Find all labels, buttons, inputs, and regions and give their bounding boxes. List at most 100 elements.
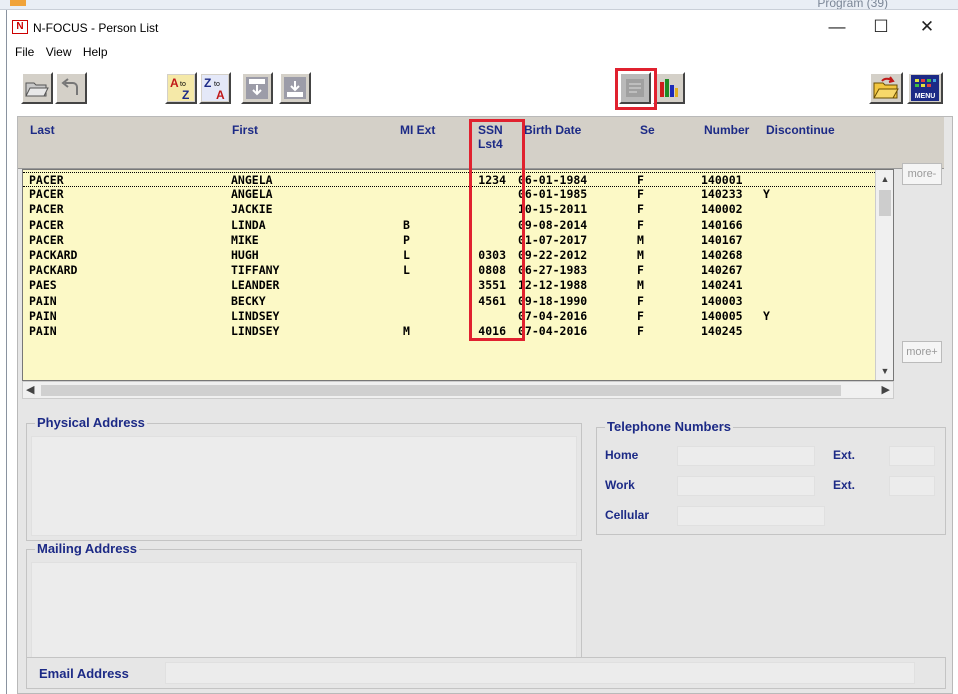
cell-birth-date: 06-01-1984	[518, 173, 588, 187]
cell-first: LINDSEY	[231, 308, 280, 323]
cell-sex: F	[637, 187, 644, 202]
minimize-button[interactable]: —	[815, 14, 859, 40]
email-address-field[interactable]	[165, 662, 915, 684]
sort-za-to: to	[214, 81, 220, 88]
back-button[interactable]	[55, 72, 87, 104]
scroll-left-icon[interactable]: ◀	[26, 383, 34, 396]
cell-number: 140001	[701, 173, 743, 187]
cell-number: 140245	[701, 324, 743, 338]
physical-address-label: Physical Address	[35, 415, 147, 430]
cell-first: HUGH	[231, 248, 259, 262]
vertical-scroll-thumb[interactable]	[879, 190, 891, 216]
scroll-down-icon[interactable]: ▼	[879, 366, 891, 376]
table-row[interactable]: PAIN LINDSEY M 4016 07-04-2016 F 140245	[23, 324, 875, 339]
folder-icon	[25, 82, 49, 97]
col-number-header[interactable]: Number	[704, 123, 749, 137]
cell-last: PAIN	[29, 293, 57, 308]
physical-address-field[interactable]	[31, 436, 577, 536]
table-row[interactable]: PACER LINDA B 09-08-2014 F 140166	[23, 218, 875, 233]
cell-first: JACKIE	[231, 202, 273, 217]
home-phone-field[interactable]	[677, 446, 815, 466]
cell-birth-date: 10-15-2011	[518, 202, 588, 217]
menu-help[interactable]: Help	[83, 45, 108, 59]
exit-folder-icon	[873, 76, 899, 99]
sort-abc-up-button[interactable]	[279, 72, 311, 104]
sort-za-bottom: A	[216, 88, 225, 101]
exit-button[interactable]	[869, 72, 903, 104]
window-title: N-FOCUS - Person List	[33, 21, 159, 35]
background-app-icon	[10, 0, 26, 6]
cell-first: TIFFANY	[231, 263, 280, 278]
sort-a-to-z-button[interactable]: A to Z	[165, 72, 197, 104]
table-row[interactable]: PACER ANGELA 1234 06-01-1984 F 140001	[23, 172, 875, 187]
menu-file[interactable]: File	[15, 45, 34, 59]
table-row[interactable]: PACKARD TIFFANY L 0808 06-27-1983 F 140267	[23, 263, 875, 278]
col-first-header[interactable]: First	[232, 123, 258, 137]
cell-number: 140005	[701, 308, 743, 323]
horizontal-scroll-thumb[interactable]	[41, 385, 841, 396]
cell-birth-date: 09-18-1990	[518, 293, 588, 308]
scroll-right-icon[interactable]: ▶	[882, 383, 890, 396]
horizontal-scrollbar[interactable]: ◀ ▶	[22, 381, 894, 399]
table-row[interactable]: PAIN LINDSEY 07-04-2016 F 140005 Y	[23, 309, 875, 324]
home-ext-field[interactable]	[889, 446, 935, 466]
table-row[interactable]: PACER ANGELA 06-01-1985 F 140233 Y	[23, 187, 875, 202]
cell-number: 140003	[701, 293, 743, 308]
cell-birth-date: 09-08-2014	[518, 217, 588, 232]
mailing-address-group: Mailing Address	[26, 541, 582, 667]
cell-sex: M	[637, 232, 644, 247]
col-sex-header[interactable]: Se	[640, 123, 655, 137]
cell-mi: L	[403, 263, 410, 278]
col-mi-ext-header[interactable]: MI Ext	[400, 123, 435, 137]
cell-birth-date: 01-07-2017	[518, 232, 588, 247]
sort-az-to: to	[180, 81, 186, 88]
home-phone-label: Home	[605, 448, 639, 462]
maximize-button[interactable]: ☐	[859, 14, 903, 40]
sort-abc-down-button[interactable]	[241, 72, 273, 104]
cell-sex: F	[637, 308, 644, 323]
col-birth-date-header[interactable]: Birth Date	[524, 123, 581, 137]
cellular-phone-field[interactable]	[677, 506, 825, 526]
home-ext-label: Ext.	[833, 448, 856, 462]
chart-button[interactable]	[653, 72, 685, 104]
cell-last: PACER	[29, 202, 64, 217]
cell-last: PAIN	[29, 308, 57, 323]
main-menu-button[interactable]: MENU	[907, 72, 943, 104]
table-row[interactable]: PACER JACKIE 10-15-2011 F 140002	[23, 202, 875, 217]
table-row[interactable]: PACER MIKE P 01-07-2017 M 140167	[23, 233, 875, 248]
cell-first: BECKY	[231, 293, 266, 308]
sort-za-icon: Z to A	[202, 75, 228, 101]
table-row[interactable]: PACKARD HUGH L 0303 09-22-2012 M 140268	[23, 248, 875, 263]
sort-z-to-a-button[interactable]: Z to A	[199, 72, 231, 104]
mailing-address-field[interactable]	[31, 562, 577, 662]
cell-first: LINDA	[231, 217, 266, 232]
table-row[interactable]: PAIN BECKY 4561 09-18-1990 F 140003	[23, 294, 875, 309]
menu-icon-text: MENU	[915, 93, 936, 100]
cell-birth-date: 09-22-2012	[518, 248, 588, 262]
email-address-label: Email Address	[39, 666, 129, 681]
cell-mi: L	[403, 248, 410, 262]
menu-view[interactable]: View	[46, 45, 72, 59]
work-ext-field[interactable]	[889, 476, 935, 496]
cell-birth-date: 06-01-1985	[518, 187, 588, 202]
cell-birth-date: 12-12-1988	[518, 278, 588, 293]
sort-az-top: A	[170, 76, 179, 90]
cell-mi: P	[403, 232, 410, 247]
work-phone-label: Work	[605, 478, 635, 492]
cell-first: ANGELA	[231, 173, 273, 187]
telephone-numbers-label: Telephone Numbers	[605, 419, 734, 434]
close-button[interactable]: ✕	[905, 14, 949, 40]
more-up-button[interactable]: more-	[902, 163, 942, 185]
vertical-scrollbar[interactable]: ▲ ▼	[875, 170, 893, 380]
table-row[interactable]: PAES LEANDER 3551 12-12-1988 M 140241	[23, 278, 875, 293]
open-folder-button[interactable]	[21, 72, 53, 104]
col-discontinued-header[interactable]: Discontinue	[766, 123, 874, 137]
cell-last: PACER	[29, 173, 64, 187]
scroll-up-icon[interactable]: ▲	[879, 174, 891, 184]
cell-last: PACER	[29, 232, 64, 247]
col-last-header[interactable]: Last	[30, 123, 55, 137]
work-phone-field[interactable]	[677, 476, 815, 496]
person-list-window: N N-FOCUS - Person List — ☐ ✕ File View …	[6, 10, 958, 694]
cell-sex: F	[637, 293, 644, 308]
more-down-button[interactable]: more+	[902, 341, 942, 363]
